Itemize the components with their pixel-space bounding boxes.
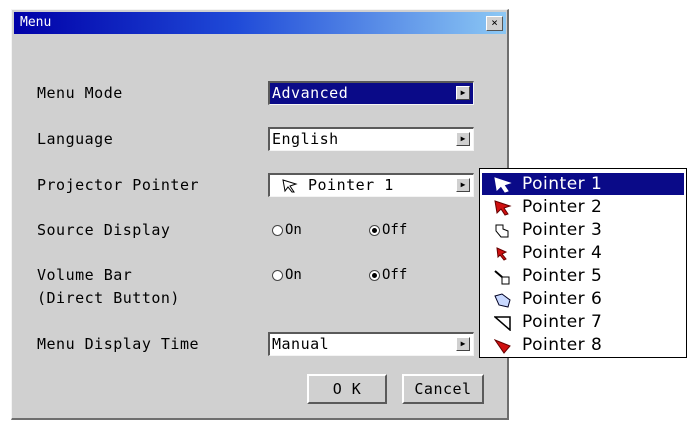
- pointer-option-label: Pointer 6: [522, 289, 603, 309]
- pointer-shape-icon: [282, 179, 298, 193]
- pointer-option-1[interactable]: Pointer 1: [482, 173, 684, 195]
- pointer-option-label: Pointer 8: [522, 335, 603, 355]
- hand-point-icon: [494, 293, 511, 308]
- projector-pointer-select[interactable]: Pointer 1 ▶: [268, 173, 474, 197]
- source-display-off-radio[interactable]: Off: [369, 220, 407, 240]
- language-value: English: [272, 130, 339, 148]
- projector-pointer-label: Projector Pointer: [37, 176, 200, 194]
- red-arrow-pointer-icon: [494, 200, 512, 216]
- cancel-button[interactable]: Cancel: [402, 374, 484, 404]
- pen-pointer-icon: [494, 270, 510, 285]
- pointer-option-label: Pointer 5: [522, 266, 603, 286]
- pointer-option-5[interactable]: Pointer 5: [482, 265, 684, 287]
- pointer-option-label: Pointer 7: [522, 312, 603, 332]
- source-display-on-label: On: [285, 222, 302, 238]
- pointer-option-7[interactable]: Pointer 7: [482, 311, 684, 333]
- projector-pointer-value: Pointer 1: [308, 176, 394, 194]
- outline-triangle-pointer-icon: [494, 316, 511, 331]
- ok-button[interactable]: O K: [307, 374, 387, 404]
- window-title: Menu: [20, 15, 52, 30]
- menu-mode-label: Menu Mode: [37, 84, 123, 102]
- hand-pointer-icon: [495, 224, 509, 238]
- red-triangle-pointer-icon: [494, 339, 511, 354]
- pointer-dropdown-list: Pointer 1 Pointer 2 Pointer 3 Pointer 4 …: [479, 168, 687, 358]
- pointer-option-label: Pointer 3: [522, 220, 603, 240]
- volume-bar-off-label: Off: [382, 267, 408, 283]
- volume-bar-off-radio[interactable]: Off: [369, 265, 407, 285]
- menu-dialog: Menu × Menu Mode Advanced ▶ Language Eng…: [11, 9, 509, 420]
- radio-checked-icon: [369, 269, 380, 281]
- language-label: Language: [37, 130, 114, 148]
- language-select[interactable]: English ▶: [268, 127, 474, 151]
- volume-bar-sublabel: (Direct Button): [37, 289, 180, 307]
- menu-mode-select[interactable]: Advanced ▶: [268, 81, 474, 105]
- pointer-option-4[interactable]: Pointer 4: [482, 242, 684, 264]
- red-arrow-small-icon: [496, 247, 508, 261]
- arrow-pointer-icon: [494, 177, 512, 193]
- title-bar[interactable]: Menu ×: [14, 12, 506, 34]
- radio-unchecked-icon: [272, 269, 283, 281]
- source-display-label: Source Display: [37, 221, 171, 239]
- close-button[interactable]: ×: [486, 16, 503, 31]
- volume-bar-on-radio[interactable]: On: [272, 265, 302, 285]
- pointer-option-2[interactable]: Pointer 2: [482, 196, 684, 218]
- pointer-option-label: Pointer 2: [522, 197, 603, 217]
- source-display-off-label: Off: [382, 222, 408, 238]
- pointer-option-label: Pointer 4: [522, 243, 603, 263]
- menu-display-time-select[interactable]: Manual ▶: [268, 332, 474, 356]
- dropdown-arrow-icon[interactable]: ▶: [456, 178, 470, 192]
- radio-checked-icon: [369, 224, 380, 236]
- menu-display-time-value: Manual: [272, 335, 330, 353]
- source-display-on-radio[interactable]: On: [272, 220, 302, 240]
- volume-bar-on-label: On: [285, 267, 302, 283]
- pointer-option-3[interactable]: Pointer 3: [482, 219, 684, 241]
- dropdown-arrow-icon[interactable]: ▶: [456, 337, 470, 351]
- pointer-option-6[interactable]: Pointer 6: [482, 288, 684, 310]
- menu-display-time-label: Menu Display Time: [37, 335, 200, 353]
- dropdown-arrow-icon[interactable]: ▶: [456, 132, 470, 146]
- pointer-option-8[interactable]: Pointer 8: [482, 334, 684, 356]
- menu-mode-value: Advanced: [272, 84, 349, 102]
- pointer-option-label: Pointer 1: [522, 174, 603, 194]
- volume-bar-label: Volume Bar: [37, 266, 133, 284]
- dropdown-arrow-icon[interactable]: ▶: [456, 86, 470, 100]
- close-icon: ×: [491, 16, 498, 29]
- radio-unchecked-icon: [272, 224, 283, 236]
